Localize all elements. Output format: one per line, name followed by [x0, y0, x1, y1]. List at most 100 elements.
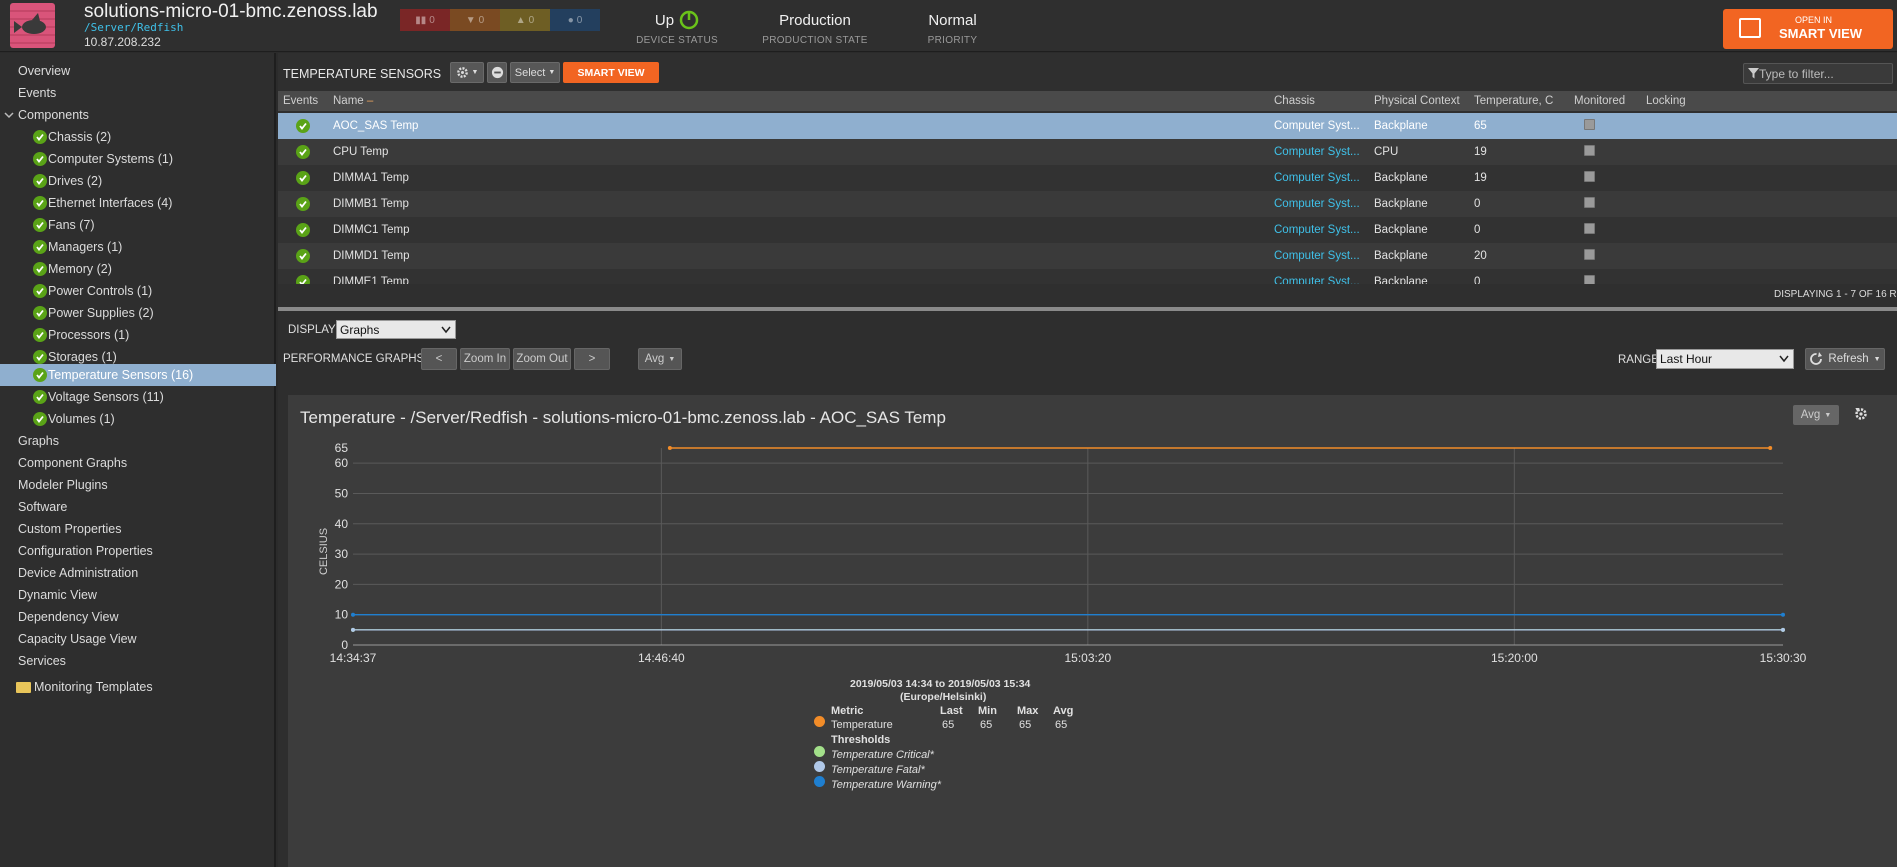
sidebar-item-volumes[interactable]: Volumes (1): [0, 408, 276, 430]
chassis-link[interactable]: Computer Syst...: [1274, 120, 1360, 132]
device-class-link[interactable]: /Server/Redfish: [84, 21, 183, 34]
sidebar-item-drives[interactable]: Drives (2): [0, 170, 276, 192]
zoom-in-button[interactable]: Zoom In: [460, 348, 510, 370]
column-monitored[interactable]: Monitored: [1574, 95, 1625, 107]
sidebar-item-temperature-sensors[interactable]: Temperature Sensors (16): [0, 364, 276, 386]
refresh-button[interactable]: Refresh ▼: [1805, 348, 1885, 370]
sidebar-item-computer-systems[interactable]: Computer Systems (1): [0, 148, 276, 170]
open-in-smart-view-button[interactable]: OPEN IN SMART VIEW: [1723, 9, 1893, 49]
production-state[interactable]: Production PRODUCTION STATE: [755, 11, 875, 47]
chevron-down-icon: ▼: [1873, 355, 1881, 363]
table-row[interactable]: DIMMA1 Temp Computer Syst... Backplane 1…: [278, 165, 1897, 191]
column-chassis[interactable]: Chassis: [1274, 95, 1315, 107]
chevron-down-icon[interactable]: [4, 110, 14, 120]
aggregation-select[interactable]: Avg ▼: [638, 348, 682, 370]
status-ok-icon: [33, 218, 47, 232]
error-events-count[interactable]: ▼ 0: [450, 9, 500, 31]
column-name[interactable]: Name –: [333, 95, 373, 107]
sidebar-item-services[interactable]: Services: [0, 650, 276, 672]
priority[interactable]: Normal PRIORITY: [900, 11, 1005, 47]
status-ok-icon: [33, 328, 47, 342]
threshold-point: [351, 612, 355, 617]
info-icon: ●: [567, 14, 574, 26]
delete-button[interactable]: [487, 62, 507, 83]
sidebar-item-chassis[interactable]: Chassis (2): [0, 126, 276, 148]
sidebar-item-fans[interactable]: Fans (7): [0, 214, 276, 236]
column-temperature[interactable]: Temperature, C: [1474, 95, 1553, 107]
chassis-link[interactable]: Computer Syst...: [1274, 276, 1360, 284]
sidebar-item-custom-properties[interactable]: Custom Properties: [0, 518, 276, 540]
sidebar-item-dynamic-view[interactable]: Dynamic View: [0, 584, 276, 606]
next-range-button[interactable]: >: [574, 348, 610, 370]
display-select[interactable]: Graphs: [336, 320, 456, 339]
status-ok-icon: [33, 284, 47, 298]
device-name: solutions-micro-01-bmc.zenoss.lab: [84, 1, 378, 22]
table-row[interactable]: DIMME1 Temp Computer Syst... Backplane 0: [278, 269, 1897, 284]
sidebar-item-software[interactable]: Software: [0, 496, 276, 518]
sidebar-item-ethernet-interfaces[interactable]: Ethernet Interfaces (4): [0, 192, 276, 214]
sidebar-item-voltage-sensors[interactable]: Voltage Sensors (11): [0, 386, 276, 408]
sidebar-item-processors[interactable]: Processors (1): [0, 324, 276, 346]
sidebar-item-graphs[interactable]: Graphs: [0, 430, 276, 452]
status-ok-icon: [296, 119, 310, 133]
sidebar-item-device-administration[interactable]: Device Administration: [0, 562, 276, 584]
table-row[interactable]: AOC_SAS Temp Computer Syst... Backplane …: [278, 113, 1897, 139]
status-ok-icon: [33, 412, 47, 426]
device-icon: [10, 3, 55, 48]
sort-icon: –: [363, 95, 374, 107]
smart-view-button[interactable]: SMART VIEW: [563, 62, 659, 83]
temperature-value: 0: [1474, 276, 1481, 284]
y-tick-label: 30: [335, 547, 349, 561]
sidebar-item-capacity-usage-view[interactable]: Capacity Usage View: [0, 628, 276, 650]
grid-toolbar: TEMPERATURE SENSORS ▼ Select ▼ SMART VIE…: [278, 53, 1897, 91]
temperature-value: 65: [1474, 120, 1487, 132]
sidebar-item-component-graphs[interactable]: Component Graphs: [0, 452, 276, 474]
zoom-out-button[interactable]: Zoom Out: [513, 348, 571, 370]
sidebar-item-overview[interactable]: Overview: [0, 60, 276, 82]
table-row[interactable]: DIMMC1 Temp Computer Syst... Backplane 0: [278, 217, 1897, 243]
status-ok-icon: [33, 130, 47, 144]
chevron-down-icon: ▼: [548, 69, 556, 76]
column-events[interactable]: Events: [283, 95, 318, 107]
status-ok-icon: [33, 174, 47, 188]
sidebar-item-monitoring-templates[interactable]: Monitoring Templates: [0, 676, 276, 698]
physical-context: Backplane: [1374, 276, 1428, 284]
range-select[interactable]: Last Hour: [1656, 349, 1794, 369]
filter-input[interactable]: Type to filter...: [1743, 63, 1893, 84]
sidebar-item-memory[interactable]: Memory (2): [0, 258, 276, 280]
sidebar-item-power-supplies[interactable]: Power Supplies (2): [0, 302, 276, 324]
sidebar-item-power-controls[interactable]: Power Controls (1): [0, 280, 276, 302]
critical-events-count[interactable]: ▮▮ 0: [400, 9, 450, 31]
event-severity-bar[interactable]: ▮▮ 0 ▼ 0 ▲ 0 ● 0: [400, 9, 600, 31]
critical-icon: ▮▮: [415, 14, 427, 26]
chassis-link[interactable]: Computer Syst...: [1274, 224, 1360, 236]
info-events-count[interactable]: ● 0: [550, 9, 600, 31]
chassis-link[interactable]: Computer Syst...: [1274, 250, 1360, 262]
x-tick-label: 14:46:40: [638, 651, 685, 665]
table-row[interactable]: DIMMB1 Temp Computer Syst... Backplane 0: [278, 191, 1897, 217]
sidebar-item-events[interactable]: Events: [0, 82, 276, 104]
chassis-link[interactable]: Computer Syst...: [1274, 172, 1360, 184]
sidebar-item-configuration-properties[interactable]: Configuration Properties: [0, 540, 276, 562]
sidebar-item-components[interactable]: Components: [0, 104, 276, 126]
table-row[interactable]: CPU Temp Computer Syst... CPU 19: [278, 139, 1897, 165]
chassis-link[interactable]: Computer Syst...: [1274, 146, 1360, 158]
filter-icon: [1748, 68, 1759, 79]
sensor-name: AOC_SAS Temp: [333, 120, 419, 132]
table-row[interactable]: DIMMD1 Temp Computer Syst... Backplane 2…: [278, 243, 1897, 269]
chassis-link[interactable]: Computer Syst...: [1274, 198, 1360, 210]
sensor-name: DIMMC1 Temp: [333, 224, 410, 236]
sidebar-item-dependency-view[interactable]: Dependency View: [0, 606, 276, 628]
previous-range-button[interactable]: <: [421, 348, 457, 370]
warning-events-count[interactable]: ▲ 0: [500, 9, 550, 31]
threshold-point: [1781, 627, 1785, 632]
sidebar-item-managers[interactable]: Managers (1): [0, 236, 276, 258]
column-locking[interactable]: Locking: [1646, 95, 1686, 107]
sensor-name: DIMMA1 Temp: [333, 172, 409, 184]
select-menu-button[interactable]: Select ▼: [510, 62, 560, 83]
y-tick-label: 65: [335, 441, 349, 455]
gear-menu-button[interactable]: ▼: [450, 62, 484, 83]
column-physical-context[interactable]: Physical Context: [1374, 95, 1460, 107]
sidebar-item-modeler-plugins[interactable]: Modeler Plugins: [0, 474, 276, 496]
status-ok-icon: [296, 145, 310, 159]
